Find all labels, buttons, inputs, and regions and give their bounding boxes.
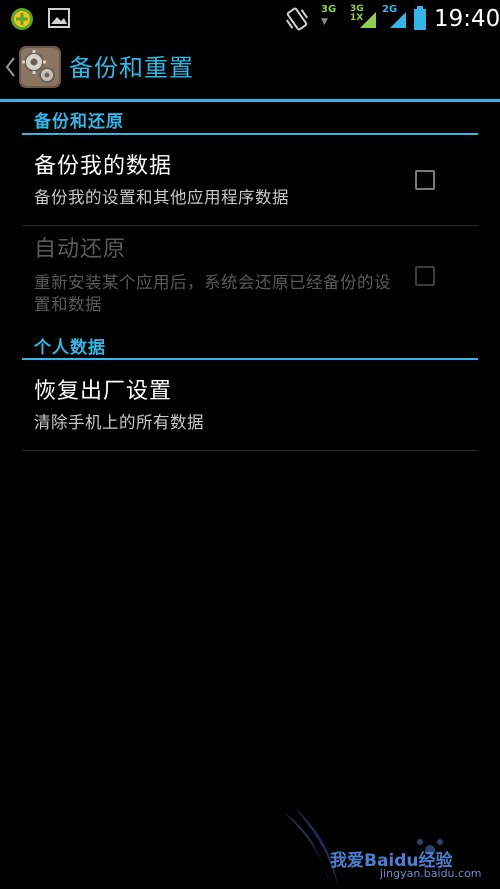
pref-title: 备份我的数据 bbox=[34, 154, 173, 179]
auto-restore-checkbox[interactable] bbox=[415, 266, 435, 286]
pref-title: 自动还原 bbox=[34, 237, 127, 262]
section-header-personal: 个人数据 bbox=[34, 338, 106, 358]
battery-icon bbox=[414, 6, 426, 30]
app-notification-icon bbox=[11, 8, 33, 30]
section-header-backup: 备份和还原 bbox=[34, 112, 124, 132]
pref-factory-reset[interactable]: 恢复出厂设置 清除手机上的所有数据 bbox=[22, 362, 478, 450]
pref-summary: 清除手机上的所有数据 bbox=[34, 413, 204, 432]
backup-checkbox[interactable] bbox=[415, 170, 435, 190]
pref-summary: 重新安装某个应用后，系统会还原已经备份的设置和数据 bbox=[34, 273, 391, 314]
network-3g-indicator: 3G ▼ bbox=[321, 4, 337, 28]
page-title: 备份和重置 bbox=[69, 54, 194, 82]
signal-icon bbox=[360, 12, 376, 28]
signal-icon bbox=[390, 12, 406, 28]
back-chevron-icon[interactable] bbox=[4, 56, 16, 78]
action-bar-divider bbox=[0, 99, 500, 102]
gallery-icon bbox=[48, 8, 70, 28]
action-bar[interactable]: 备份和重置 bbox=[0, 38, 500, 100]
vibrate-icon bbox=[285, 7, 309, 31]
settings-gear-icon[interactable] bbox=[18, 45, 62, 89]
pref-backup-my-data[interactable]: 备份我的数据 备份我的设置和其他应用程序数据 bbox=[22, 137, 478, 225]
pref-title: 恢复出厂设置 bbox=[34, 379, 173, 404]
clock: 19:40 bbox=[434, 6, 500, 32]
section-divider bbox=[22, 133, 478, 135]
pref-summary: 备份我的设置和其他应用程序数据 bbox=[34, 188, 289, 207]
list-divider bbox=[22, 450, 478, 451]
status-bar: 3G ▼ 3G 1X 2G 19:40 bbox=[0, 0, 500, 38]
watermark-url: jingyan.baidu.com bbox=[380, 867, 482, 880]
section-divider bbox=[22, 358, 478, 360]
pref-auto-restore[interactable]: 自动还原 重新安装某个应用后，系统会还原已经备份的设置和数据 bbox=[22, 226, 478, 326]
